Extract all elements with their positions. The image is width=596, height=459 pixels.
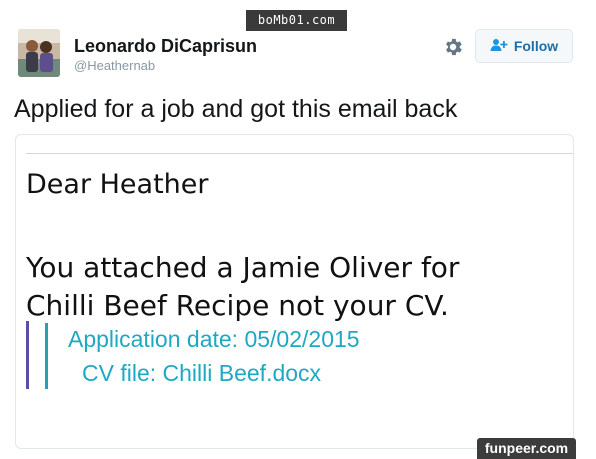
follow-button[interactable]: Follow	[475, 29, 573, 63]
email-divider	[26, 153, 573, 154]
tweet-text: Applied for a job and got this email bac…	[14, 95, 458, 123]
avatar-photo	[18, 29, 60, 77]
bottom-watermark: funpeer.com	[477, 438, 576, 459]
application-date: Application date: 05/02/2015	[68, 326, 360, 352]
email-body-line-2: Chilli Beef Recipe not your CV.	[26, 289, 449, 322]
person-add-icon	[490, 38, 508, 55]
cv-file: CV file: Chilli Beef.docx	[82, 360, 322, 386]
follow-label: Follow	[513, 38, 559, 54]
quote-bar-outer	[26, 321, 29, 389]
email-screenshot-card[interactable]: Dear Heather You attached a Jamie Oliver…	[15, 134, 574, 449]
avatar[interactable]	[18, 29, 60, 77]
email-body-line-1: You attached a Jamie Oliver for	[26, 251, 460, 284]
quote-bar-inner	[45, 323, 48, 389]
user-handle[interactable]: @Heathernab	[74, 58, 155, 73]
email-greeting: Dear Heather	[26, 169, 209, 200]
gear-icon[interactable]	[442, 36, 464, 58]
display-name[interactable]: Leonardo DiCaprisun	[74, 36, 257, 57]
top-watermark: boMb01.com	[246, 10, 347, 31]
